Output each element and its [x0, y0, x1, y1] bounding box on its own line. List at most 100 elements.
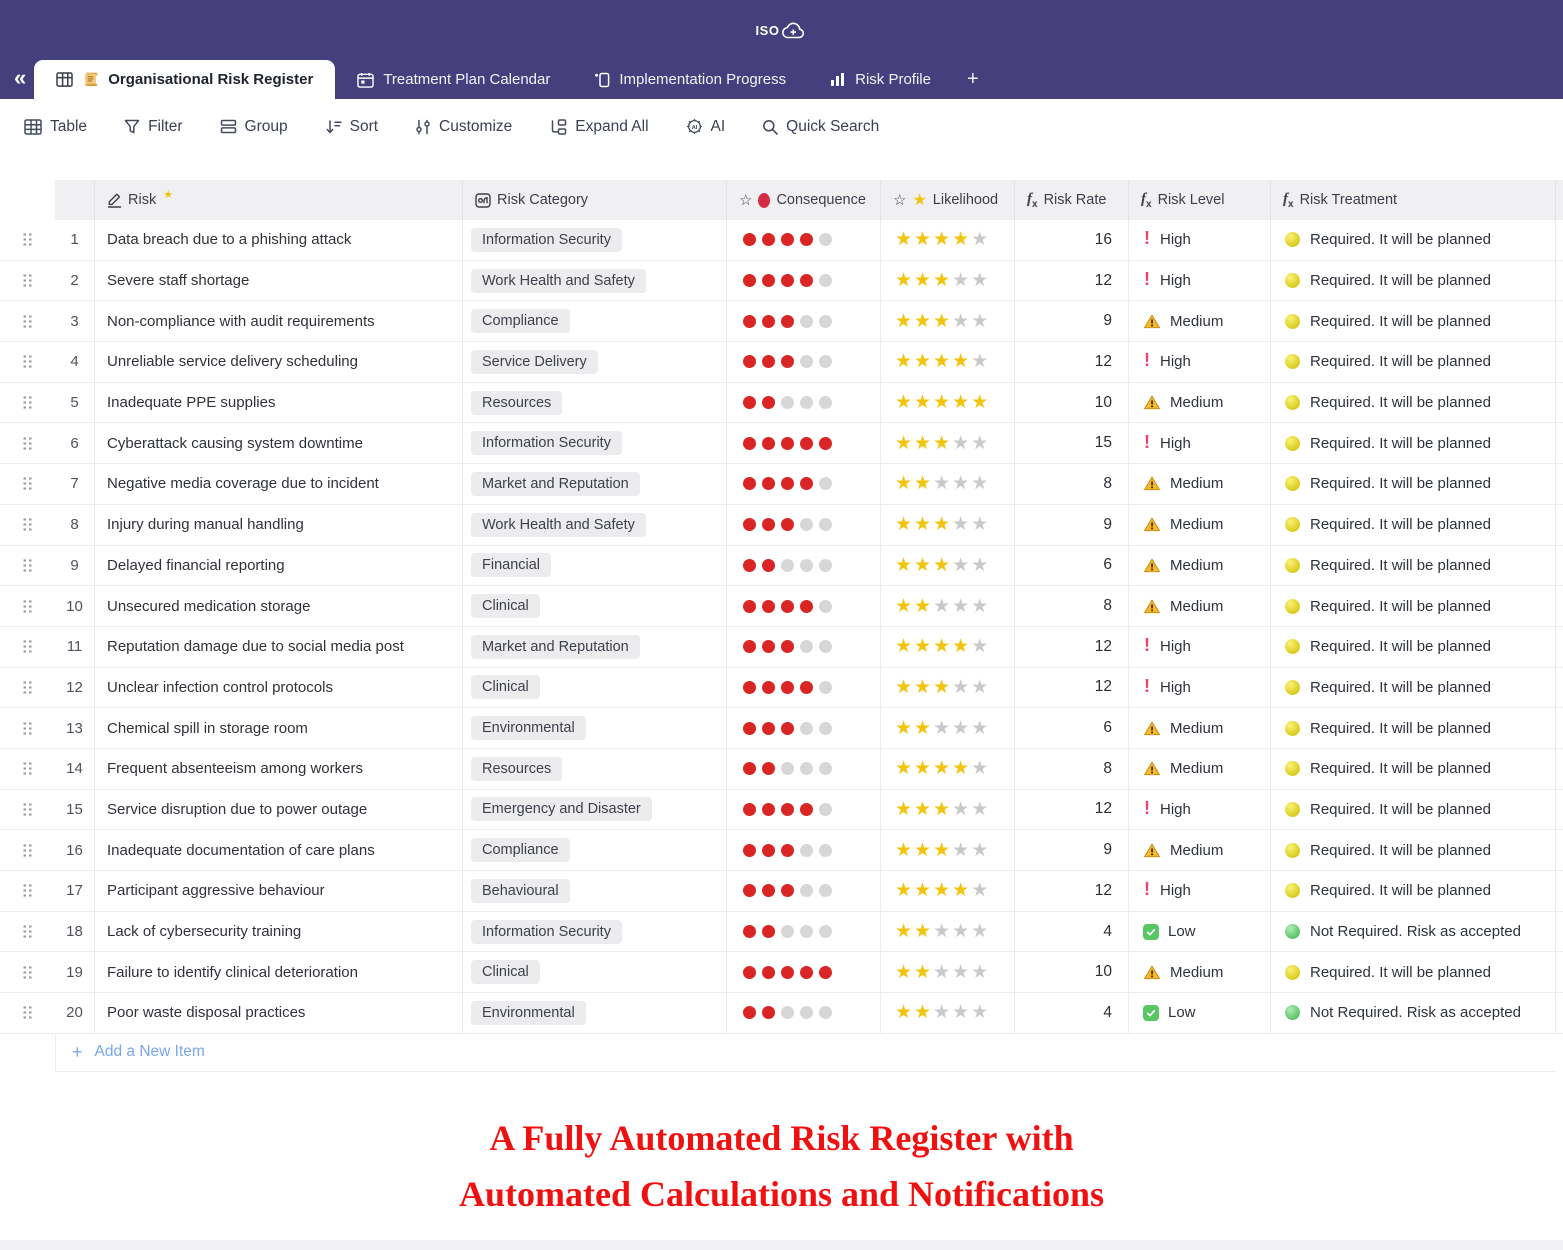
cell-risk-category[interactable]: Environmental [463, 708, 727, 748]
likelihood-star[interactable]: ★ [952, 800, 971, 819]
consequence-dot[interactable] [800, 1006, 813, 1019]
consequence-dot[interactable] [800, 722, 813, 735]
add-new-item-button[interactable]: + Add a New Item [55, 1034, 1556, 1072]
likelihood-star[interactable]: ★ [971, 434, 990, 453]
consequence-dot[interactable] [800, 559, 813, 572]
cell-consequence[interactable] [727, 790, 881, 830]
consequence-dot[interactable] [819, 600, 832, 613]
likelihood-star[interactable]: ★ [933, 271, 952, 290]
likelihood-star[interactable]: ★ [895, 678, 914, 697]
cell-risk-category[interactable]: Work Health and Safety [463, 505, 727, 545]
cell-consequence[interactable] [727, 749, 881, 789]
consequence-dot[interactable] [800, 233, 813, 246]
likelihood-star[interactable]: ★ [933, 1003, 952, 1022]
drag-handle-icon[interactable] [22, 721, 33, 736]
consequence-dot[interactable] [800, 355, 813, 368]
likelihood-star[interactable]: ★ [914, 515, 933, 534]
consequence-dot[interactable] [800, 803, 813, 816]
consequence-dot[interactable] [781, 315, 794, 328]
cell-risk[interactable]: Poor waste disposal practices [95, 993, 463, 1033]
consequence-dot[interactable] [819, 518, 832, 531]
cell-consequence[interactable] [727, 464, 881, 504]
drag-handle-icon[interactable] [22, 517, 33, 532]
cell-risk[interactable]: Cyberattack causing system downtime [95, 423, 463, 463]
cell-likelihood[interactable]: ★★★★★ [881, 830, 1015, 870]
likelihood-star[interactable]: ★ [952, 393, 971, 412]
consequence-dot[interactable] [743, 518, 756, 531]
column-header-risk[interactable]: Risk★ [95, 180, 463, 220]
column-header-consequence[interactable]: ☆Consequence [727, 180, 881, 220]
likelihood-star[interactable]: ★ [895, 312, 914, 331]
consequence-dot[interactable] [800, 966, 813, 979]
likelihood-star[interactable]: ★ [914, 474, 933, 493]
cell-risk-category[interactable]: Resources [463, 383, 727, 423]
consequence-dot[interactable] [781, 762, 794, 775]
likelihood-star[interactable]: ★ [952, 312, 971, 331]
cell-risk[interactable]: Unreliable service delivery scheduling [95, 342, 463, 382]
likelihood-star[interactable]: ★ [895, 719, 914, 738]
consequence-dot[interactable] [819, 477, 832, 490]
toolbar-quick-search[interactable]: Quick Search [762, 118, 879, 136]
likelihood-star[interactable]: ★ [933, 312, 952, 331]
likelihood-star[interactable]: ★ [933, 922, 952, 941]
consequence-dot[interactable] [800, 844, 813, 857]
consequence-dot[interactable] [800, 437, 813, 450]
cell-likelihood[interactable]: ★★★★★ [881, 993, 1015, 1033]
likelihood-star[interactable]: ★ [914, 719, 933, 738]
cell-risk-category[interactable]: Behavioural [463, 871, 727, 911]
likelihood-star[interactable]: ★ [895, 352, 914, 371]
consequence-dot[interactable] [819, 640, 832, 653]
drag-handle-icon[interactable] [22, 761, 33, 776]
drag-handle-icon[interactable] [22, 273, 33, 288]
likelihood-star[interactable]: ★ [933, 678, 952, 697]
likelihood-star[interactable]: ★ [914, 1003, 933, 1022]
cell-risk[interactable]: Lack of cybersecurity training [95, 912, 463, 952]
likelihood-star[interactable]: ★ [971, 515, 990, 534]
likelihood-star[interactable]: ★ [914, 759, 933, 778]
drag-handle-icon[interactable] [22, 476, 33, 491]
cell-consequence[interactable] [727, 708, 881, 748]
cell-risk-category[interactable]: Market and Reputation [463, 464, 727, 504]
cell-risk-category[interactable]: Clinical [463, 668, 727, 708]
consequence-dot[interactable] [762, 762, 775, 775]
consequence-dot[interactable] [743, 884, 756, 897]
cell-risk-category[interactable]: Information Security [463, 220, 727, 260]
consequence-dot[interactable] [781, 477, 794, 490]
cell-risk[interactable]: Inadequate documentation of care plans [95, 830, 463, 870]
consequence-dot[interactable] [800, 640, 813, 653]
consequence-dot[interactable] [762, 600, 775, 613]
tab-organisational-risk-register[interactable]: Organisational Risk Register [34, 60, 335, 99]
consequence-dot[interactable] [819, 437, 832, 450]
likelihood-star[interactable]: ★ [971, 841, 990, 860]
likelihood-star[interactable]: ★ [914, 963, 933, 982]
cell-risk-category[interactable]: Emergency and Disaster [463, 790, 727, 830]
likelihood-star[interactable]: ★ [914, 922, 933, 941]
consequence-dot[interactable] [762, 355, 775, 368]
consequence-dot[interactable] [743, 762, 756, 775]
cell-consequence[interactable] [727, 261, 881, 301]
cell-consequence[interactable] [727, 627, 881, 667]
likelihood-star[interactable]: ★ [914, 230, 933, 249]
toolbar-ai[interactable]: AIAI [686, 118, 726, 136]
consequence-dot[interactable] [781, 274, 794, 287]
drag-handle-icon[interactable] [22, 924, 33, 939]
consequence-dot[interactable] [762, 233, 775, 246]
consequence-dot[interactable] [762, 925, 775, 938]
column-header-risk-level[interactable]: fxRisk Level [1129, 180, 1271, 220]
likelihood-star[interactable]: ★ [895, 963, 914, 982]
consequence-dot[interactable] [743, 966, 756, 979]
consequence-dot[interactable] [781, 925, 794, 938]
likelihood-star[interactable]: ★ [952, 556, 971, 575]
cell-risk-category[interactable]: Compliance [463, 830, 727, 870]
consequence-dot[interactable] [743, 274, 756, 287]
cell-risk-category[interactable]: Environmental [463, 993, 727, 1033]
consequence-dot[interactable] [819, 355, 832, 368]
cell-consequence[interactable] [727, 383, 881, 423]
likelihood-star[interactable]: ★ [914, 800, 933, 819]
cell-risk-category[interactable]: Clinical [463, 586, 727, 626]
likelihood-star[interactable]: ★ [952, 1003, 971, 1022]
cell-risk[interactable]: Injury during manual handling [95, 505, 463, 545]
cell-risk[interactable]: Inadequate PPE supplies [95, 383, 463, 423]
cell-consequence[interactable] [727, 423, 881, 463]
consequence-dot[interactable] [781, 722, 794, 735]
